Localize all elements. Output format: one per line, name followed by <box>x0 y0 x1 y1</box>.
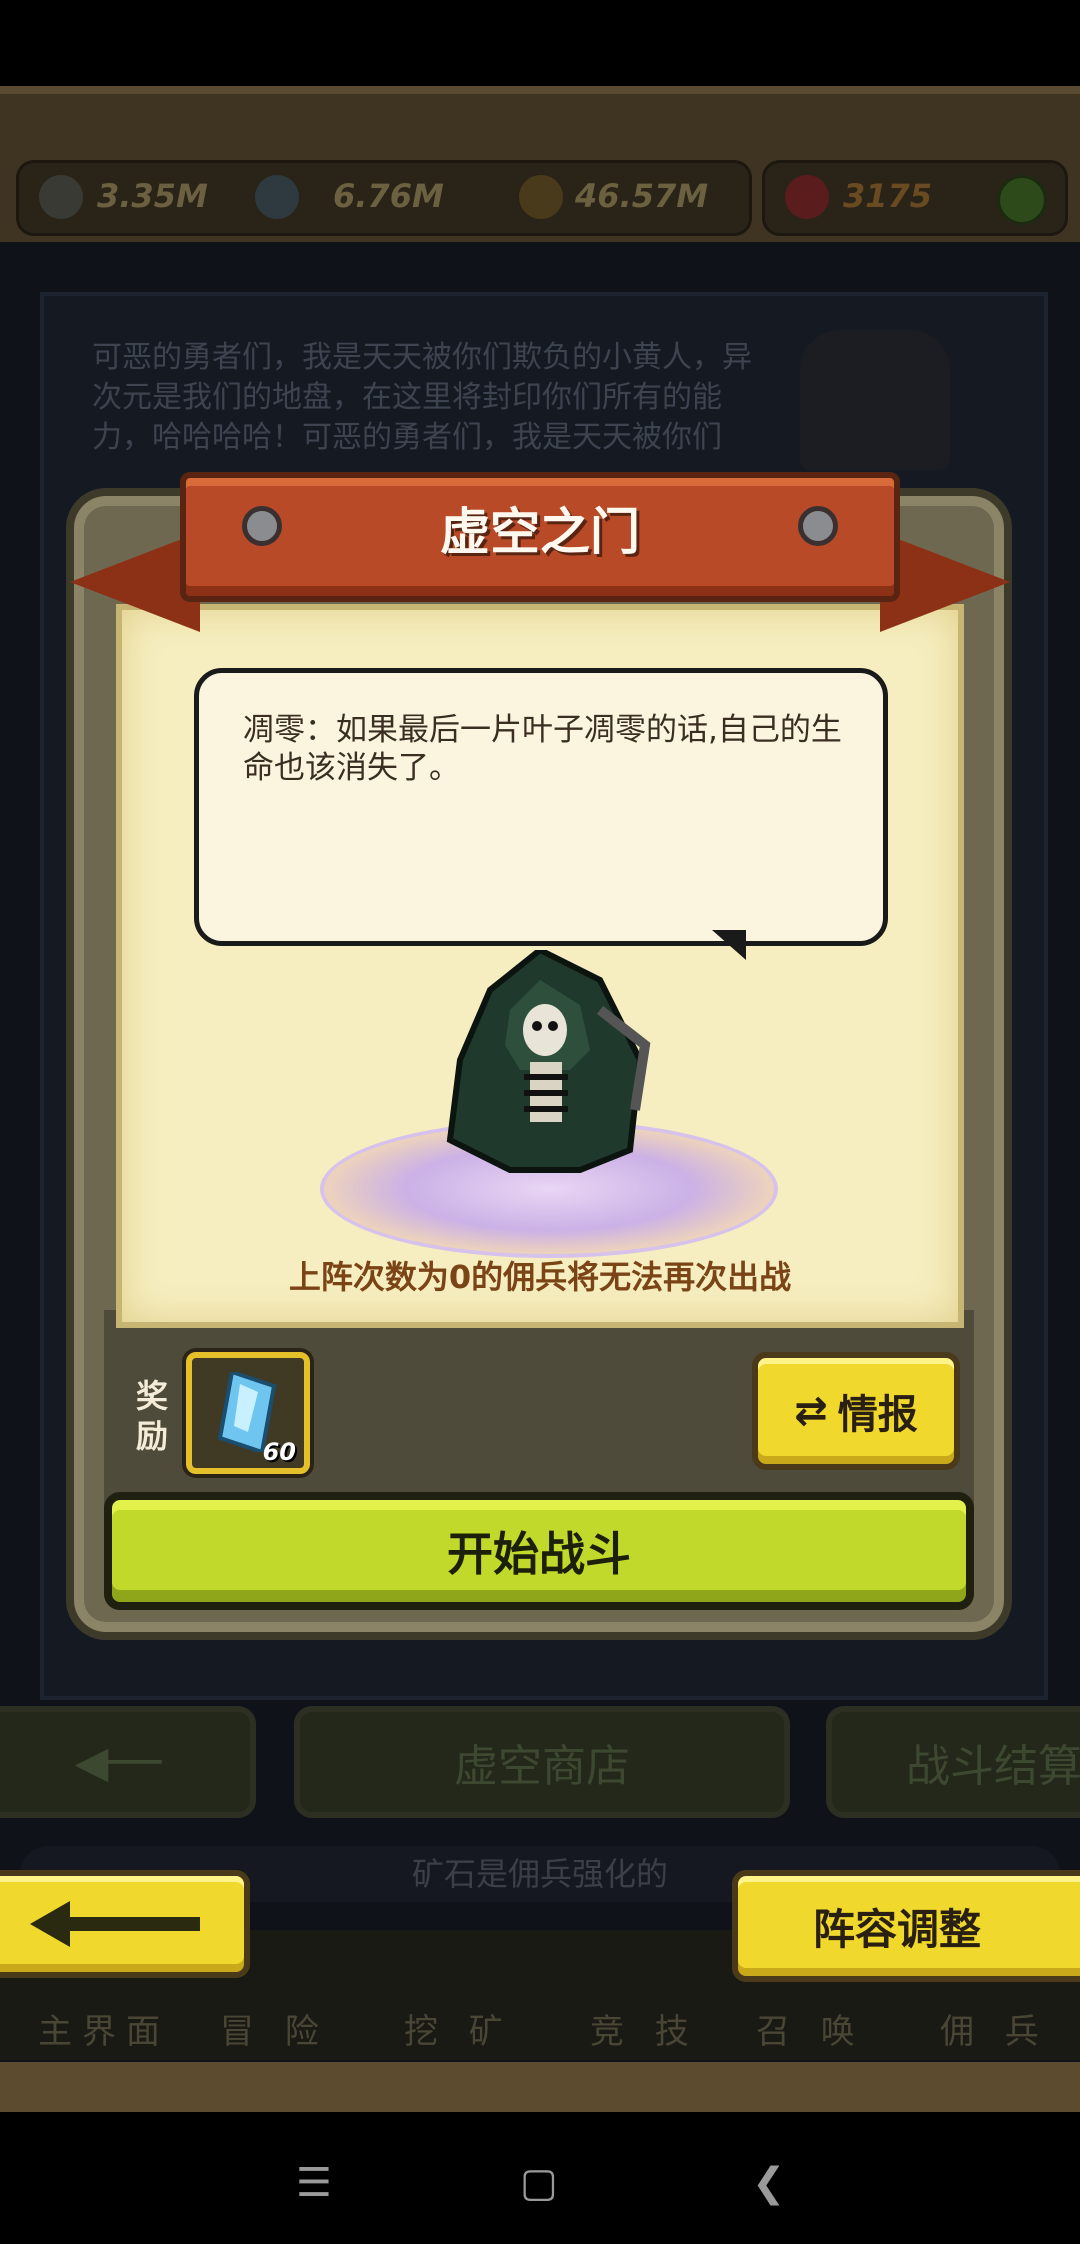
info-label: 情报 <box>837 1392 918 1438</box>
attack-value: 3.35M <box>97 177 208 215</box>
bottom-strip <box>0 2062 1080 2112</box>
start-battle-label: 开始战斗 <box>447 1527 631 1581</box>
arrow-left-icon <box>30 1901 200 1947</box>
warning-text: 上阵次数为0的佣兵将无法再次出战 <box>288 1258 792 1296</box>
gold-value: 46.57M <box>575 177 709 215</box>
back-button[interactable] <box>0 1870 250 1978</box>
system-nav-bar: ☰ ▢ ❮ <box>0 2112 1080 2244</box>
boss-summon-area <box>190 930 890 1258</box>
resource-group-stats: 3.35M 6.76M 46.57M <box>16 160 752 236</box>
arrow-left-icon: ◀── <box>74 1736 162 1788</box>
lineup-adjust-button[interactable]: 阵容调整 <box>732 1870 1080 1982</box>
nav-summon[interactable]: 召 唤 <box>756 2004 865 2053</box>
reward-label: 奖励 <box>135 1377 168 1455</box>
exp-value: 6.76M <box>333 177 444 215</box>
gem-icon <box>785 175 829 219</box>
back-icon[interactable]: ❮ <box>752 2160 786 2206</box>
exp-icon <box>255 175 299 219</box>
add-gems-icon[interactable] <box>997 175 1047 225</box>
modal-title: 虚空之门 <box>440 503 640 561</box>
start-battle-button[interactable]: 开始战斗 <box>104 1492 974 1610</box>
void-shop-button[interactable]: 虚空商店 <box>294 1706 790 1818</box>
gold-coin-icon <box>519 175 563 219</box>
top-resource-bar: 3.35M 6.76M 46.57M 3175 <box>0 86 1080 250</box>
refresh-icon: ⇄ <box>794 1388 828 1434</box>
reward-count: 60 <box>262 1438 296 1466</box>
tip-text: 矿石是佣兵强化的 <box>411 1855 668 1893</box>
nav-adventure[interactable]: 冒 险 <box>220 2004 329 2053</box>
speech-text: 凋零：如果最后一片叶子凋零的话,自己的生命也该消失了。 <box>243 712 842 786</box>
reward-slot[interactable]: 60 <box>186 1352 310 1474</box>
speech-bubble: 凋零：如果最后一片叶子凋零的话,自己的生命也该消失了。 <box>194 668 888 946</box>
battle-result-label: 战斗结算 <box>906 1741 1080 1792</box>
back-button-dim[interactable]: ◀── <box>0 1706 256 1818</box>
resource-group-gems: 3175 <box>762 160 1068 236</box>
battle-result-button[interactable]: 战斗结算 <box>826 1706 1080 1818</box>
gem-value: 3175 <box>843 177 933 215</box>
reaper-boss-sprite <box>446 950 651 1173</box>
boss-portrait <box>800 330 950 470</box>
lineup-adjust-label: 阵容调整 <box>812 1904 981 1954</box>
sword-icon <box>39 175 83 219</box>
nav-mining[interactable]: 挖 矿 <box>404 2004 513 2053</box>
nav-arena[interactable]: 竞 技 <box>590 2004 699 2053</box>
void-shop-label: 虚空商店 <box>454 1741 630 1792</box>
menu-icon[interactable]: ☰ <box>296 2160 332 2206</box>
title-ribbon: 虚空之门 <box>70 462 1010 638</box>
home-icon[interactable]: ▢ <box>520 2160 558 2206</box>
boss-intro-text: 可恶的勇者们，我是天天被你们欺负的小黄人，异次元是我们的地盘，在这里将封印你们所… <box>92 340 752 455</box>
nav-main[interactable]: 主界面 <box>38 2004 170 2053</box>
nav-mercenary[interactable]: 佣 兵 <box>940 2004 1049 2053</box>
info-button[interactable]: ⇄ 情报 <box>752 1352 960 1470</box>
